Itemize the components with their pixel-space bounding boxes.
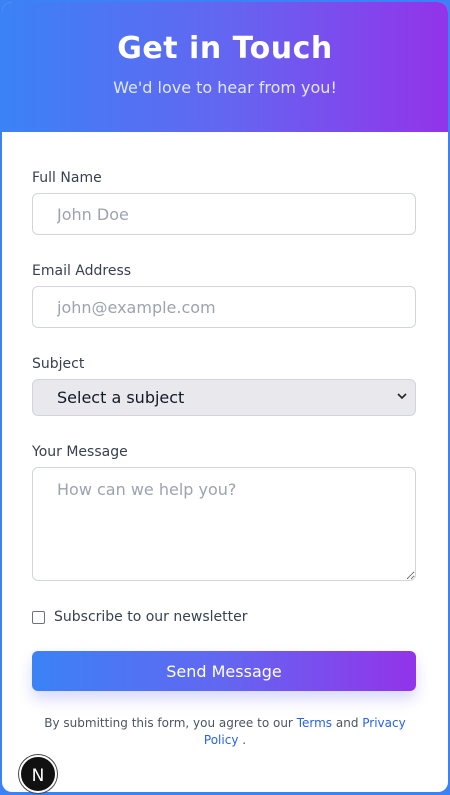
- page-subtitle: We'd love to hear from you!: [113, 78, 337, 97]
- message-textarea[interactable]: [32, 467, 416, 581]
- chevron-down-icon: [397, 393, 407, 400]
- full-name-label: Full Name: [32, 170, 102, 186]
- subject-selected-value: Select a subject: [57, 388, 185, 407]
- message-label: Your Message: [32, 444, 128, 460]
- subject-label: Subject: [32, 356, 85, 372]
- subject-select[interactable]: Select a subject: [32, 379, 416, 416]
- newsletter-label: Subscribe to our newsletter: [54, 609, 248, 625]
- email-input[interactable]: [32, 286, 416, 328]
- terms-notice: By submitting this form, you agree to ou…: [32, 715, 418, 749]
- email-label: Email Address: [32, 263, 132, 279]
- full-name-input[interactable]: [32, 193, 416, 235]
- send-message-button[interactable]: Send Message: [32, 651, 416, 691]
- newsletter-checkbox[interactable]: [32, 610, 45, 624]
- contact-form: Full Name Email Address Subject Select a…: [2, 132, 448, 749]
- header-banner: Get in Touch We'd love to hear from you!: [2, 2, 448, 132]
- terms-prefix: By submitting this form, you agree to ou…: [44, 716, 293, 730]
- terms-and: and: [335, 716, 359, 730]
- terms-suffix: .: [242, 733, 247, 747]
- dev-badge-icon[interactable]: N: [19, 755, 57, 793]
- newsletter-row[interactable]: Subscribe to our newsletter: [32, 609, 418, 625]
- contact-card: Get in Touch We'd love to hear from you!…: [2, 2, 448, 792]
- terms-link[interactable]: Terms: [297, 716, 332, 730]
- page-title: Get in Touch: [117, 31, 333, 66]
